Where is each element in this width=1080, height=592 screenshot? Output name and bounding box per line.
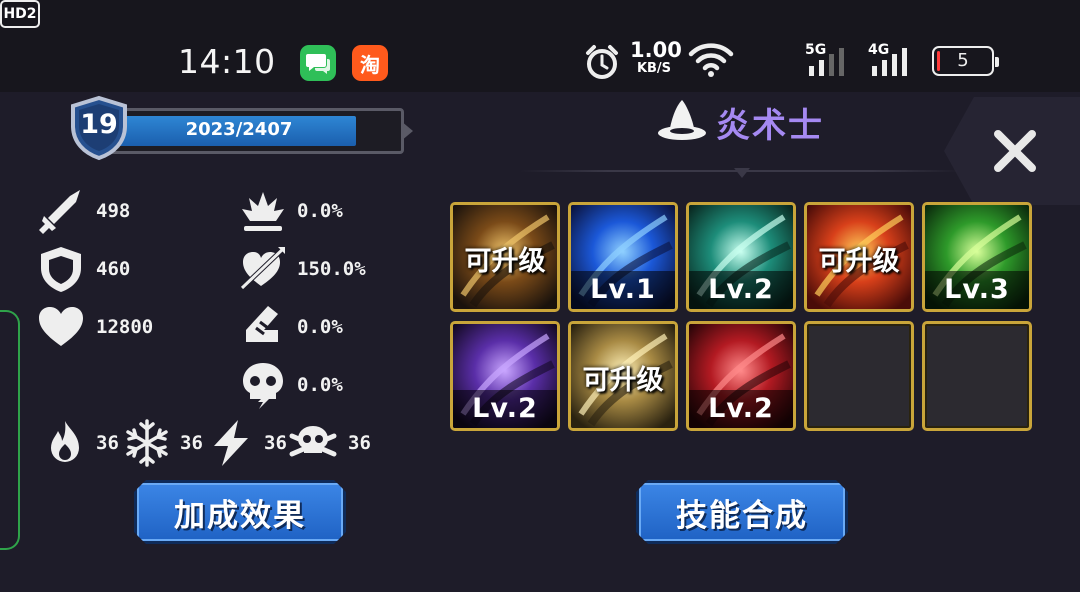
bonus-effects-button[interactable]: 加成效果 [134, 480, 346, 544]
empty-skill-slot[interactable] [922, 321, 1032, 431]
wizard-hat-icon [656, 98, 708, 142]
skill-synthesis-button[interactable]: 技能合成 [636, 480, 848, 544]
wifi-icon [688, 42, 734, 82]
left-drawer-handle[interactable] [0, 310, 20, 550]
crit-rate-value: 0.0% [297, 200, 343, 222]
signal-4g-icon: 4G [868, 42, 916, 82]
network-speed: 1.00 KB/S [630, 38, 682, 80]
crit-damage-value: 150.0% [297, 258, 366, 280]
skill-slot[interactable]: Lv.1 [568, 202, 678, 312]
dodge-value: 0.0% [297, 316, 343, 338]
player-level: 19 [80, 109, 118, 140]
wechat-icon [300, 45, 336, 81]
status-bar: 14:10 淘 1.00 KB/S HD2 5G 4G 5 [0, 0, 1080, 92]
skill-upgradeable-label: 可升级 [818, 246, 900, 277]
skull-crossbones-icon [288, 418, 338, 468]
xp-text: 2023/2407 [185, 119, 293, 140]
taobao-icon: 淘 [352, 45, 388, 81]
skill-upgradeable-label: 可升级 [582, 365, 664, 396]
skill-upgradeable-label: 可升级 [464, 246, 546, 277]
skill-slot[interactable]: 可升级 [804, 202, 914, 312]
network-speed-value: 1.00 [630, 38, 682, 62]
alarm-icon [584, 44, 620, 84]
fire-resistance-value: 36 [96, 432, 119, 454]
xp-bar: 2023/2407 [104, 108, 413, 154]
skill-slot[interactable]: 可升级 [568, 321, 678, 431]
skill-slot[interactable]: Lv.2 [686, 321, 796, 431]
snowflake-icon [122, 418, 172, 468]
skull-stun-icon [238, 360, 288, 410]
battery-icon: 5 [932, 46, 999, 76]
signal-5g-icon: 5G [805, 42, 853, 82]
ice-resistance-value: 36 [180, 432, 203, 454]
armor-shield-icon [36, 244, 86, 294]
fire-icon [40, 418, 90, 468]
health-value: 12800 [96, 316, 154, 338]
defense-value: 460 [96, 258, 131, 280]
stun-value: 0.0% [297, 374, 343, 396]
skill-level-label: Lv.1 [571, 271, 675, 309]
skill-slot[interactable]: Lv.3 [922, 202, 1032, 312]
sword-icon [36, 186, 86, 236]
skill-level-label: Lv.2 [689, 390, 793, 428]
level-shield-icon: 19 [66, 95, 132, 161]
close-button[interactable] [990, 126, 1040, 176]
close-icon [994, 130, 1036, 172]
skill-slot[interactable]: 可升级 [450, 202, 560, 312]
class-name: 炎术士 [716, 106, 824, 146]
skill-level-label: Lv.2 [689, 271, 793, 309]
heart-icon [36, 302, 86, 352]
network-speed-unit: KB/S [636, 61, 672, 76]
skill-level-label: Lv.3 [925, 271, 1029, 309]
critical-burst-icon [238, 186, 288, 236]
status-time: 14:10 [178, 42, 276, 81]
lightning-icon [206, 418, 256, 468]
empty-skill-slot[interactable] [804, 321, 914, 431]
skill-slot[interactable]: Lv.2 [686, 202, 796, 312]
poison-resistance-value: 36 [348, 432, 371, 454]
hd-voice-badge: HD2 [0, 0, 40, 28]
boot-dodge-icon [238, 302, 288, 352]
skill-level-label: Lv.2 [453, 390, 557, 428]
skill-slot[interactable]: Lv.2 [450, 321, 560, 431]
lightning-resistance-value: 36 [264, 432, 287, 454]
attack-value: 498 [96, 200, 131, 222]
pierced-heart-icon [238, 244, 288, 294]
battery-level: 5 [957, 50, 969, 71]
